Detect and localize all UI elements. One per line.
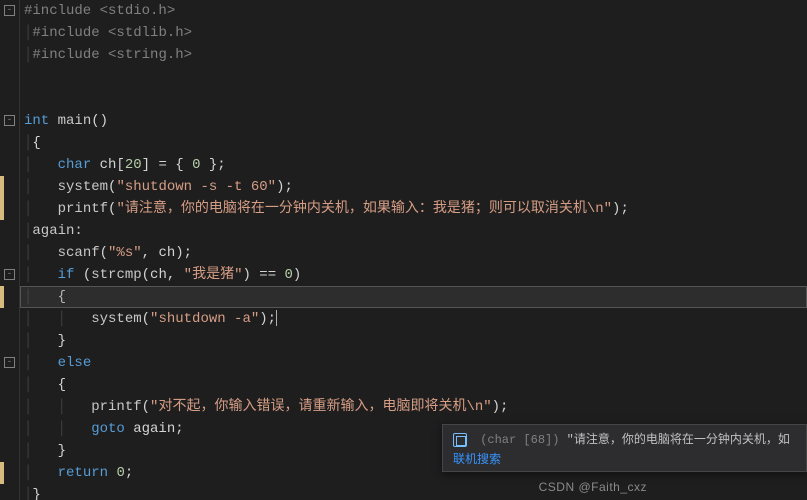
code-line[interactable]: │ }	[24, 330, 803, 352]
change-marker	[0, 176, 4, 220]
fold-main-icon[interactable]: -	[4, 115, 15, 126]
code-line[interactable]: int main()	[24, 110, 803, 132]
code-line[interactable]: #include <stdio.h>	[24, 0, 803, 22]
code-line[interactable]: │ │ printf("对不起，你输入错误，请重新输入，电脑即将关机\n");	[24, 396, 803, 418]
code-line[interactable]	[24, 66, 803, 88]
code-line[interactable]: │#include <stdlib.h>	[24, 22, 803, 44]
tooltip-text: "请注意，你的电脑将在一分钟内关机，如	[567, 433, 790, 447]
code-line[interactable]: │ if (strcmp(ch, "我是猪") == 0)	[24, 264, 803, 286]
code-line[interactable]: │#include <string.h>	[24, 44, 803, 66]
code-line[interactable]: │}	[24, 484, 803, 500]
tooltip-search-link[interactable]: 联机搜索	[453, 451, 796, 469]
code-line[interactable]: │ scanf("%s", ch);	[24, 242, 803, 264]
code-line[interactable]: │ │ system("shutdown -a");	[24, 308, 803, 330]
code-line[interactable]: │ {	[24, 374, 803, 396]
text-cursor	[276, 310, 277, 326]
tooltip-type: (char [68])	[480, 433, 559, 447]
change-marker	[0, 462, 4, 484]
code-line[interactable]: │ else	[24, 352, 803, 374]
gutter: - - - -	[0, 0, 20, 500]
fold-else-icon[interactable]: -	[4, 357, 15, 368]
code-line[interactable]: │ {	[24, 286, 803, 308]
code-line[interactable]: │{	[24, 132, 803, 154]
intellisense-tooltip: (char [68]) "请注意，你的电脑将在一分钟内关机，如 联机搜索	[442, 424, 807, 472]
code-line[interactable]: │again:	[24, 220, 803, 242]
fold-if-icon[interactable]: -	[4, 269, 15, 280]
code-line[interactable]: │ char ch[20] = { 0 };	[24, 154, 803, 176]
info-icon	[453, 433, 467, 447]
fold-includes-icon[interactable]: -	[4, 5, 15, 16]
change-marker	[0, 286, 4, 308]
watermark: CSDN @Faith_cxz	[539, 480, 647, 494]
code-line[interactable]: │ printf("请注意，你的电脑将在一分钟内关机，如果输入：我是猪；则可以取…	[24, 198, 803, 220]
code-line[interactable]: │ system("shutdown -s -t 60");	[24, 176, 803, 198]
code-line[interactable]	[24, 88, 803, 110]
